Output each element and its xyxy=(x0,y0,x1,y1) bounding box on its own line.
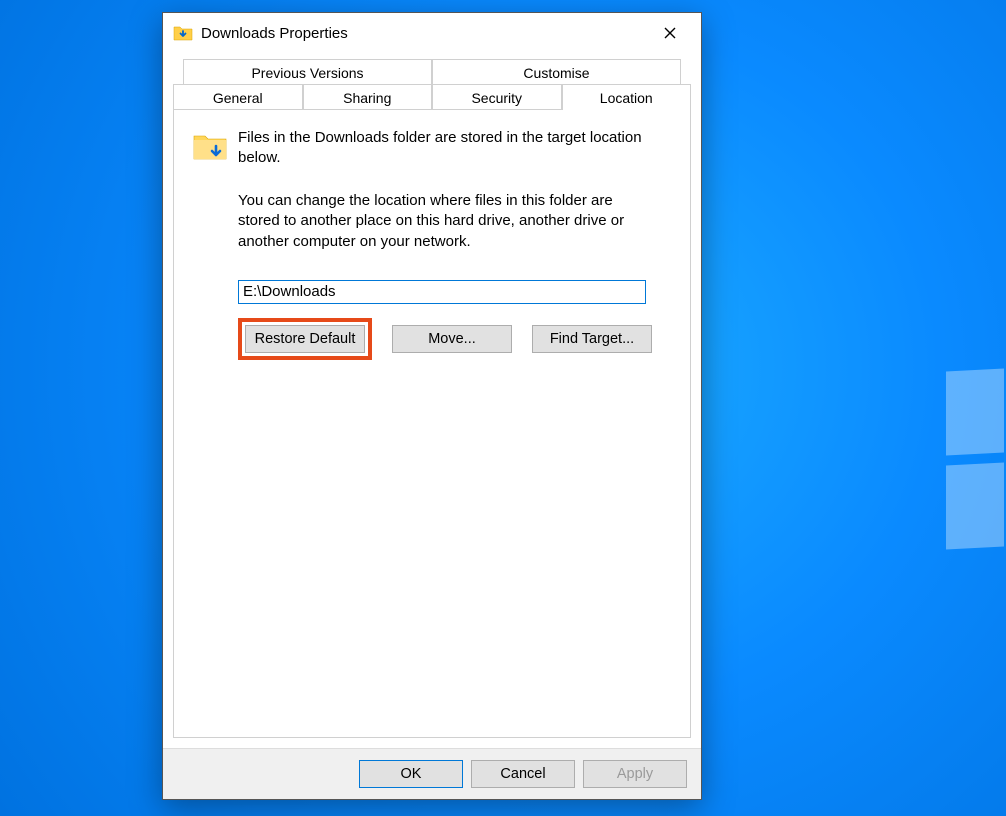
find-target-button[interactable]: Find Target... xyxy=(532,325,652,353)
desktop-background: Downloads Properties Previous Versions C… xyxy=(0,0,1006,816)
close-button[interactable] xyxy=(647,17,693,49)
info-text: Files in the Downloads folder are stored… xyxy=(238,128,672,167)
highlight-annotation: Restore Default xyxy=(238,318,372,360)
ok-button[interactable]: OK xyxy=(359,760,463,788)
tab-general[interactable]: General xyxy=(173,84,303,110)
downloads-folder-large-icon xyxy=(192,128,228,164)
window-title: Downloads Properties xyxy=(201,25,647,42)
apply-button[interactable]: Apply xyxy=(583,760,687,788)
description-text: You can change the location where files … xyxy=(238,191,638,252)
restore-default-button[interactable]: Restore Default xyxy=(245,325,365,353)
downloads-folder-icon xyxy=(173,23,193,43)
tab-location[interactable]: Location xyxy=(562,84,692,110)
properties-dialog: Downloads Properties Previous Versions C… xyxy=(162,12,702,800)
location-path-input[interactable] xyxy=(238,280,646,304)
move-button[interactable]: Move... xyxy=(392,325,512,353)
tab-strip: Previous Versions Customise General Shar… xyxy=(173,59,691,110)
windows-logo xyxy=(946,370,1006,550)
tab-security[interactable]: Security xyxy=(432,84,562,110)
tab-previous-versions[interactable]: Previous Versions xyxy=(183,59,432,85)
cancel-button[interactable]: Cancel xyxy=(471,760,575,788)
tab-customise[interactable]: Customise xyxy=(432,59,681,85)
tab-sharing[interactable]: Sharing xyxy=(303,84,433,110)
close-icon xyxy=(664,27,676,39)
tab-panel-location: Files in the Downloads folder are stored… xyxy=(173,109,691,738)
titlebar[interactable]: Downloads Properties xyxy=(163,13,701,53)
dialog-footer: OK Cancel Apply xyxy=(163,748,701,799)
